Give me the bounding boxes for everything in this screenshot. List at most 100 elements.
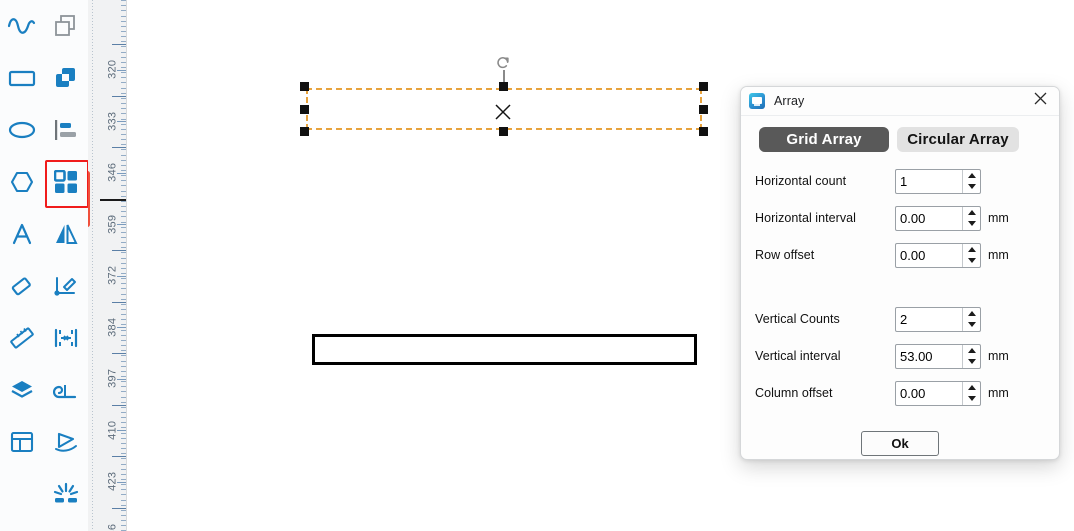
ruler-minor-tick <box>121 463 126 465</box>
vertical-counts-stepper[interactable] <box>895 306 981 332</box>
array-tool[interactable] <box>44 156 89 208</box>
resize-handle-n[interactable] <box>499 82 508 91</box>
layers-tool[interactable] <box>0 364 44 416</box>
align-left-icon <box>53 118 79 142</box>
ruler-minor-tick <box>121 41 126 43</box>
stepper-down-button[interactable] <box>963 218 980 230</box>
tab-grid-array[interactable]: Grid Array <box>759 127 889 152</box>
caret-up-icon <box>967 172 976 178</box>
fit-tool[interactable] <box>44 312 88 364</box>
polygon-tool[interactable] <box>0 156 44 208</box>
toolbar-row <box>0 312 88 364</box>
ruler-minor-tick <box>121 15 126 17</box>
vertical-interval-input[interactable] <box>896 344 958 368</box>
stepper-up-button[interactable] <box>963 244 980 256</box>
ruler-minor-tick <box>121 103 126 104</box>
toolbar-empty-cell <box>0 468 44 520</box>
caret-down-icon <box>967 221 976 227</box>
vertical-interval-stepper[interactable] <box>895 343 981 369</box>
ruler-mid-tick <box>117 327 126 329</box>
ok-button[interactable]: Ok <box>861 431 939 456</box>
stepper-up-button[interactable] <box>963 170 980 182</box>
union-shapes-tool[interactable] <box>44 52 88 104</box>
column-offset-stepper[interactable] <box>895 380 981 406</box>
ruler-minor-tick <box>121 406 126 408</box>
eraser-tool[interactable] <box>0 260 44 312</box>
vertical-ruler[interactable]: 320 333 346 359 372 384 397 410 423 436 <box>88 0 127 531</box>
resize-handle-s[interactable] <box>499 127 508 136</box>
ruler-minor-tick <box>121 113 126 115</box>
measure-edit-tool[interactable] <box>44 260 88 312</box>
ellipse-tool[interactable] <box>0 104 44 156</box>
column-offset-input[interactable] <box>896 381 958 405</box>
ruler-minor-tick <box>121 309 126 310</box>
rectangle-tool[interactable] <box>0 52 44 104</box>
horizontal-interval-input[interactable] <box>896 206 958 230</box>
resize-handle-se[interactable] <box>699 127 708 136</box>
stepper-down-button[interactable] <box>963 319 980 331</box>
align-tool[interactable] <box>44 104 88 156</box>
plain-rectangle[interactable] <box>312 334 697 365</box>
table-tool[interactable] <box>0 416 44 468</box>
row-offset-input[interactable] <box>896 243 958 267</box>
hexagon-icon <box>9 170 35 194</box>
selection-group[interactable] <box>300 57 708 136</box>
ruler-minor-tick <box>121 504 126 506</box>
field-column-offset: Column offset mm <box>755 380 1045 406</box>
horizontal-interval-stepper[interactable] <box>895 205 981 231</box>
copy-shapes-tool[interactable] <box>44 0 88 52</box>
rotate-icon[interactable] <box>496 56 510 70</box>
explode-tool[interactable] <box>44 468 88 520</box>
transform-tool[interactable] <box>44 416 88 468</box>
close-button[interactable] <box>1023 88 1057 114</box>
ruler-minor-tick <box>121 36 126 37</box>
resize-handle-sw[interactable] <box>300 127 309 136</box>
resize-handle-ne[interactable] <box>699 82 708 91</box>
ruler-label: 333 <box>106 111 118 131</box>
ruler-minor-tick <box>121 25 126 27</box>
array-dialog[interactable]: Array Grid Array Circular Array Horizont… <box>740 86 1060 460</box>
ellipse-icon <box>7 119 37 141</box>
field-row-offset: Row offset mm <box>755 242 1045 268</box>
mirror-tool[interactable] <box>44 208 88 260</box>
curve-tool[interactable] <box>0 0 44 52</box>
horizontal-count-input[interactable] <box>896 169 958 193</box>
stepper-up-button[interactable] <box>963 207 980 219</box>
ruler-minor-tick <box>121 108 126 110</box>
resize-handle-w[interactable] <box>300 105 309 114</box>
ruler-minor-tick <box>121 170 126 171</box>
ruler-mid-tick <box>117 69 126 71</box>
table-icon <box>9 430 35 454</box>
ruler-minor-tick <box>121 242 126 244</box>
ruler-tool[interactable] <box>0 312 44 364</box>
resize-handle-nw[interactable] <box>300 82 309 91</box>
ruler-minor-tick <box>121 345 126 346</box>
stepper-up-button[interactable] <box>963 308 980 320</box>
ruler-minor-tick <box>121 417 126 419</box>
ruler-minor-tick <box>121 221 126 223</box>
row-offset-stepper[interactable] <box>895 242 981 268</box>
vertical-counts-input[interactable] <box>896 307 958 331</box>
ruler-minor-tick <box>121 499 126 501</box>
field-unit: mm <box>988 349 1009 363</box>
resize-handle-e[interactable] <box>699 105 708 114</box>
stepper-down-button[interactable] <box>963 255 980 267</box>
ruler-highlight-marker <box>88 170 90 227</box>
field-horizontal-count: Horizontal count <box>755 168 1045 194</box>
ruler-minor-tick <box>121 87 126 89</box>
text-tool[interactable] <box>0 208 44 260</box>
horizontal-count-stepper[interactable] <box>895 168 981 194</box>
ruler-minor-tick <box>121 175 126 177</box>
stepper-down-button[interactable] <box>963 393 980 405</box>
wave-icon <box>7 15 37 37</box>
stepper-up-button[interactable] <box>963 345 980 357</box>
path-tool[interactable] <box>44 364 88 416</box>
stepper-down-button[interactable] <box>963 356 980 368</box>
ruler-minor-tick <box>121 61 126 63</box>
stepper-down-button[interactable] <box>963 181 980 193</box>
tab-circular-array[interactable]: Circular Array <box>897 127 1019 152</box>
stepper-up-button[interactable] <box>963 382 980 394</box>
dialog-body: Grid Array Circular Array Horizontal cou… <box>741 127 1059 456</box>
ruler-minor-tick <box>121 185 126 187</box>
ruler-minor-tick <box>121 149 126 151</box>
